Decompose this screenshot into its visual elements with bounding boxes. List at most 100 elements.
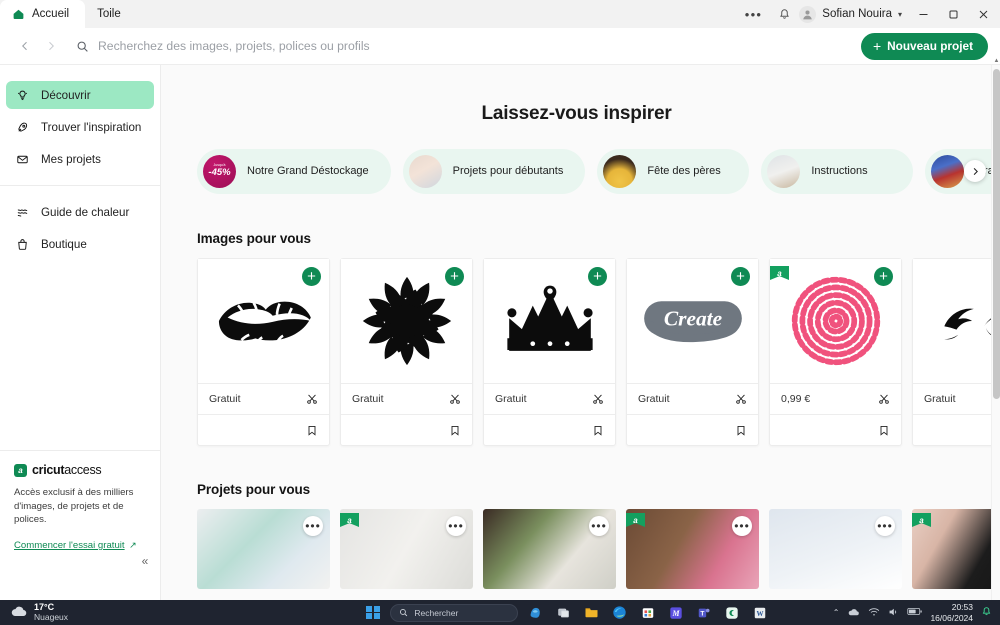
bookmark-icon[interactable] [449,424,461,437]
plus-icon[interactable]: + [445,267,464,286]
taskbar-search-box[interactable]: Rechercher [390,603,519,622]
mathsolver-icon[interactable]: M [665,602,686,623]
pill-instructions-label: Instructions [811,164,868,177]
rocket-icon [14,121,30,134]
plus-icon: + [872,38,882,54]
image-card-crown[interactable]: + Gratuit [483,258,616,446]
sidebar-item-guide-chaleur[interactable]: Guide de chaleur [6,198,154,226]
plus-icon[interactable]: + [302,267,321,286]
image-card-sunflower[interactable]: + Gratuit [340,258,473,446]
scissors-icon[interactable] [306,393,318,405]
more-horizontal-icon[interactable]: ••• [875,516,895,536]
scroll-up-button[interactable]: ▲ [992,56,1000,65]
images-section-title: Images pour vous [197,231,311,246]
cricut-access-trial-link[interactable]: Commencer l'essai gratuit [14,540,125,551]
project-card-cards-mint[interactable]: ••• [197,509,330,589]
windows-start-icon[interactable] [362,602,383,623]
bookmark-icon[interactable] [306,424,318,437]
scissors-icon[interactable] [878,393,890,405]
scissors-icon[interactable] [449,393,461,405]
new-project-button[interactable]: + Nouveau projet [860,32,988,60]
pills-next-button[interactable] [964,160,986,182]
plus-icon[interactable]: + [731,267,750,286]
main-vertical-scrollbar[interactable]: ▲ ▼ [991,58,1000,608]
project-card-bug-card[interactable]: ••• [769,509,902,589]
cricut-access-flag-icon: a [626,513,645,527]
cricut-access-brand-bold: cricut [32,463,65,478]
tab-toile[interactable]: Toile [85,0,137,28]
more-horizontal-icon[interactable]: ••• [589,516,609,536]
bell-icon[interactable] [771,0,797,28]
volume-icon[interactable] [888,607,899,619]
image-card-pink-spiral[interactable]: a + 0,99 € [769,258,902,446]
pill-fete-des-peres[interactable]: Fête des pères [597,148,750,194]
restore-icon[interactable] [938,0,968,28]
bookmark-icon[interactable] [735,424,747,437]
sidebar-item-decouvrir-label: Découvrir [41,88,91,102]
bookmark-icon[interactable] [592,424,604,437]
minimize-icon[interactable] [908,0,938,28]
user-menu[interactable]: Sofian Nouira ▾ [797,5,908,23]
project-card-plant-shelf[interactable]: ••• [483,509,616,589]
image-card-lips[interactable]: + Gratuit [197,258,330,446]
more-horizontal-icon[interactable]: ••• [446,516,466,536]
pill-destockage[interactable]: Jusqu'à -45% Notre Grand Déstockage [197,148,391,194]
bookmark-icon[interactable] [878,424,890,437]
pill-graduation[interactable]: Graduatio [925,148,1000,194]
cricut-access-brand-light: access [64,463,102,478]
onedrive-icon[interactable] [847,607,860,619]
task-view-icon[interactable] [553,602,574,623]
file-explorer-icon[interactable] [581,602,602,623]
forward-button[interactable] [38,33,64,59]
plus-icon[interactable]: + [588,267,607,286]
tab-accueil[interactable]: Accueil [0,0,86,28]
plus-icon[interactable]: + [874,267,893,286]
pill-projets-debutants[interactable]: Projets pour débutants [402,148,586,194]
sidebar-item-boutique[interactable]: Boutique [6,230,154,258]
teams-icon[interactable]: T [693,602,714,623]
back-button[interactable] [12,33,38,59]
copilot-icon[interactable] [525,602,546,623]
avatar [799,5,817,23]
search-icon [399,608,408,617]
scrollbar-thumb[interactable] [993,69,1000,399]
image-card-meta-save [198,414,329,445]
app-window: Accueil Toile ••• Sofian Nouira ▾ Recher… [0,0,1000,625]
taskbar-clock[interactable]: 20:53 16/06/2024 [930,602,973,622]
cricut-access-flag-icon: a [912,513,931,527]
store-icon[interactable] [637,602,658,623]
more-horizontal-icon[interactable]: ••• [736,8,772,21]
cricut-access-description: Accès exclusif à des milliers d'images, … [14,487,134,526]
edge-icon[interactable] [609,602,630,623]
clock-date: 16/06/2024 [930,612,973,623]
close-icon[interactable] [968,0,998,28]
pill-instructions[interactable]: Instructions [761,148,914,194]
project-card-pink-rosettes[interactable]: a ••• [626,509,759,589]
sidebar-item-decouvrir[interactable]: Découvrir [6,81,154,109]
sidebar-item-inspiration[interactable]: Trouver l'inspiration [6,113,154,141]
chevron-up-icon[interactable]: ⌃ [833,608,840,617]
bell-icon[interactable] [981,606,992,619]
search-field-wrapper[interactable] [76,33,847,59]
image-card-create[interactable]: + Create Gratuit [626,258,759,446]
sidebar-item-mes-projets[interactable]: Mes projets [6,145,154,173]
taskbar-weather-widget[interactable]: 17°C Nuageux [0,602,300,622]
sidebar-collapse-button[interactable]: « [136,552,154,570]
search-icon [76,40,89,53]
page-title: Laissez-vous inspirer [481,103,672,124]
more-horizontal-icon[interactable]: ••• [303,516,323,536]
scissors-icon[interactable] [592,393,604,405]
project-card-chalkboard[interactable]: a [912,509,1000,589]
battery-icon[interactable] [907,607,923,618]
project-card-lettering-board[interactable]: a ••• [340,509,473,589]
search-input[interactable] [98,39,847,53]
clock-time: 20:53 [951,602,973,613]
image-card-dolphins[interactable]: Gratuit [912,258,1000,446]
wifi-icon[interactable] [868,607,880,619]
cricut-design-space-icon[interactable] [721,602,742,623]
chevron-down-icon: ▾ [897,9,902,19]
word-icon[interactable]: W [749,602,770,623]
more-horizontal-icon[interactable]: ••• [732,516,752,536]
scissors-icon[interactable] [735,393,747,405]
cricut-access-flag-icon: a [340,513,359,527]
